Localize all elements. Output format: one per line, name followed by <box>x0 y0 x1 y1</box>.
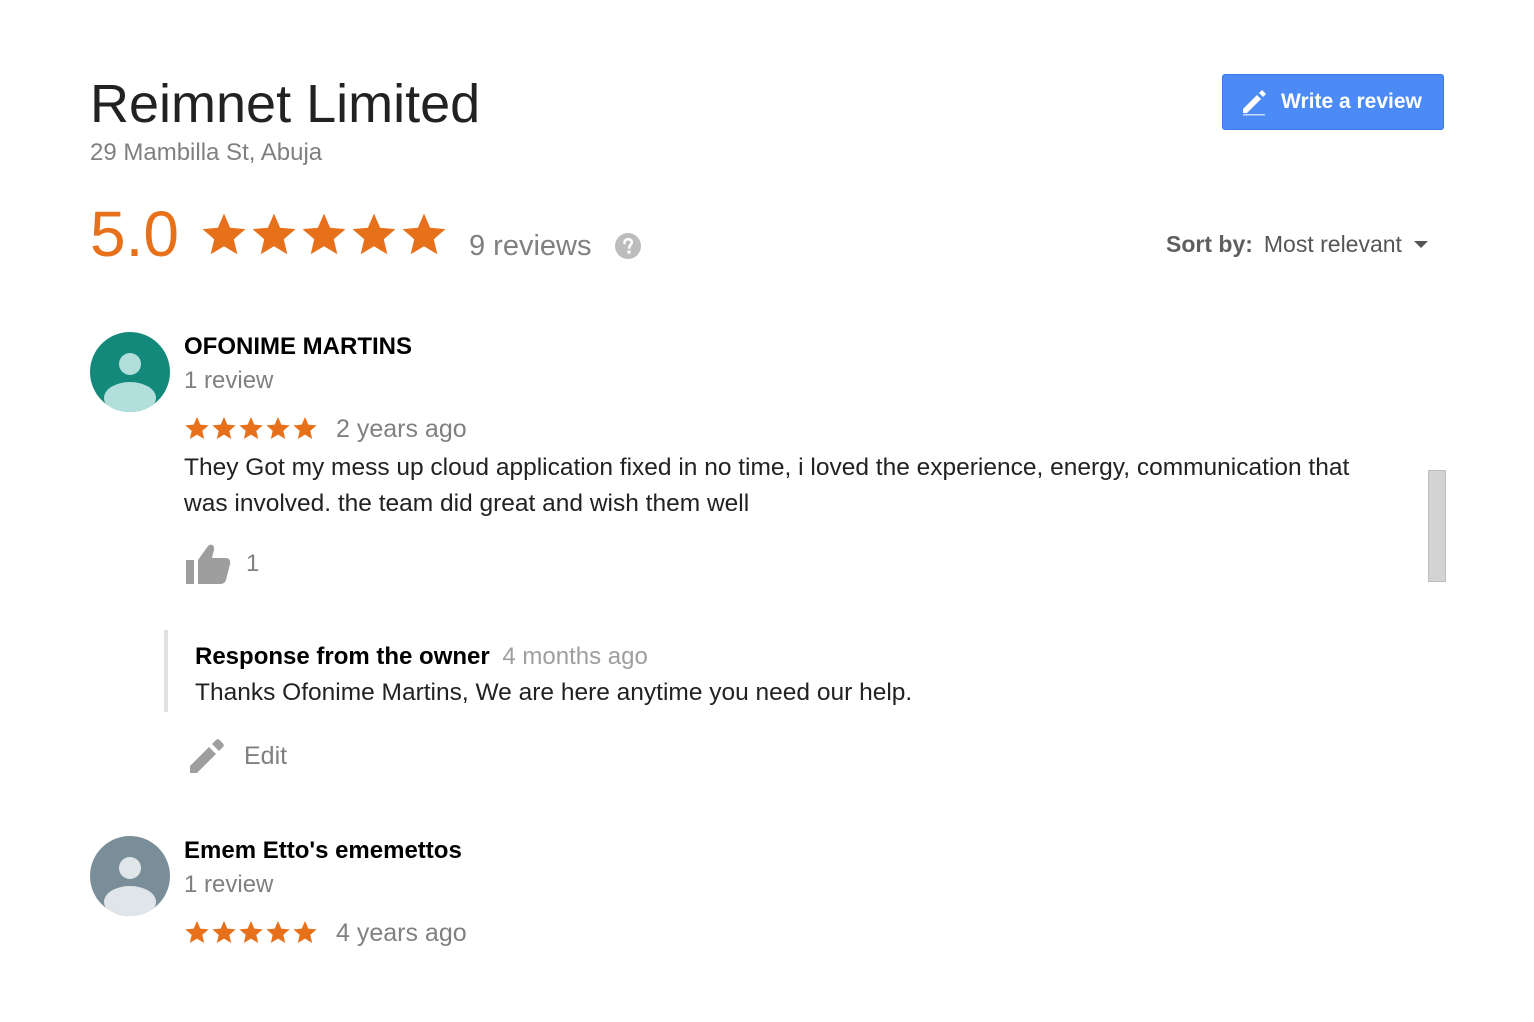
star-icon <box>202 213 246 255</box>
star-icon <box>239 920 263 943</box>
pencil-icon <box>1239 87 1269 117</box>
thumbs-up-icon <box>186 544 231 584</box>
reviewer-review-count: 1 review <box>184 871 274 898</box>
reviewer-name[interactable]: Emem Etto's ememettos <box>184 836 462 866</box>
star-icon <box>252 213 296 255</box>
edit-response-button[interactable]: Edit <box>186 736 287 776</box>
owner-response-title: Response from the owner <box>195 643 490 670</box>
star-icon <box>293 920 317 943</box>
review-time: 2 years ago <box>336 415 467 443</box>
review-count-link[interactable]: 9 reviews <box>469 228 592 264</box>
business-name: Reimnet Limited <box>90 74 481 134</box>
help-circle-icon[interactable] <box>614 232 642 260</box>
star-icon <box>185 416 209 439</box>
reviewer-review-count: 1 review <box>184 367 274 394</box>
review-time: 4 years ago <box>336 919 467 947</box>
overall-rating: 5.0 <box>90 198 179 270</box>
edit-label: Edit <box>244 741 288 770</box>
reviewer-name[interactable]: OFONIME MARTINS <box>184 332 412 362</box>
star-icon <box>266 920 290 943</box>
star-icon <box>185 920 209 943</box>
star-icon <box>352 213 396 255</box>
sort-label: Sort by: <box>1166 231 1253 257</box>
reviewer-avatar[interactable] <box>90 836 170 916</box>
scrollbar-thumb[interactable] <box>1428 470 1446 582</box>
owner-response-time: 4 months ago <box>502 643 648 670</box>
write-review-label: Write a review <box>1281 90 1422 113</box>
like-button[interactable]: 1 <box>184 542 259 586</box>
star-icon <box>212 920 236 943</box>
star-icon <box>266 416 290 439</box>
write-review-button[interactable]: Write a review <box>1222 74 1444 130</box>
review-stars <box>184 919 319 945</box>
owner-response-header: Response from the owner 4 months ago <box>195 642 648 672</box>
star-icon <box>239 416 263 439</box>
sort-dropdown[interactable]: Sort by: Most relevant <box>1166 228 1430 260</box>
sort-value: Most relevant <box>1263 231 1402 257</box>
dropdown-arrow-icon <box>1413 241 1428 248</box>
like-count: 1 <box>246 550 260 577</box>
star-icon <box>302 213 346 255</box>
reviewer-avatar[interactable] <box>90 332 170 412</box>
business-address: 29 Mambilla St, Abuja <box>90 139 323 166</box>
review-stars <box>184 415 319 441</box>
star-icon <box>212 416 236 439</box>
owner-response-bar <box>164 630 168 712</box>
star-icon <box>293 416 317 439</box>
star-icon <box>402 213 446 255</box>
review-text: They Got my mess up cloud application fi… <box>184 454 1350 517</box>
pencil-icon <box>190 739 224 773</box>
overall-stars <box>200 210 450 258</box>
owner-response-text: Thanks Ofonime Martins, We are here anyt… <box>195 679 913 706</box>
